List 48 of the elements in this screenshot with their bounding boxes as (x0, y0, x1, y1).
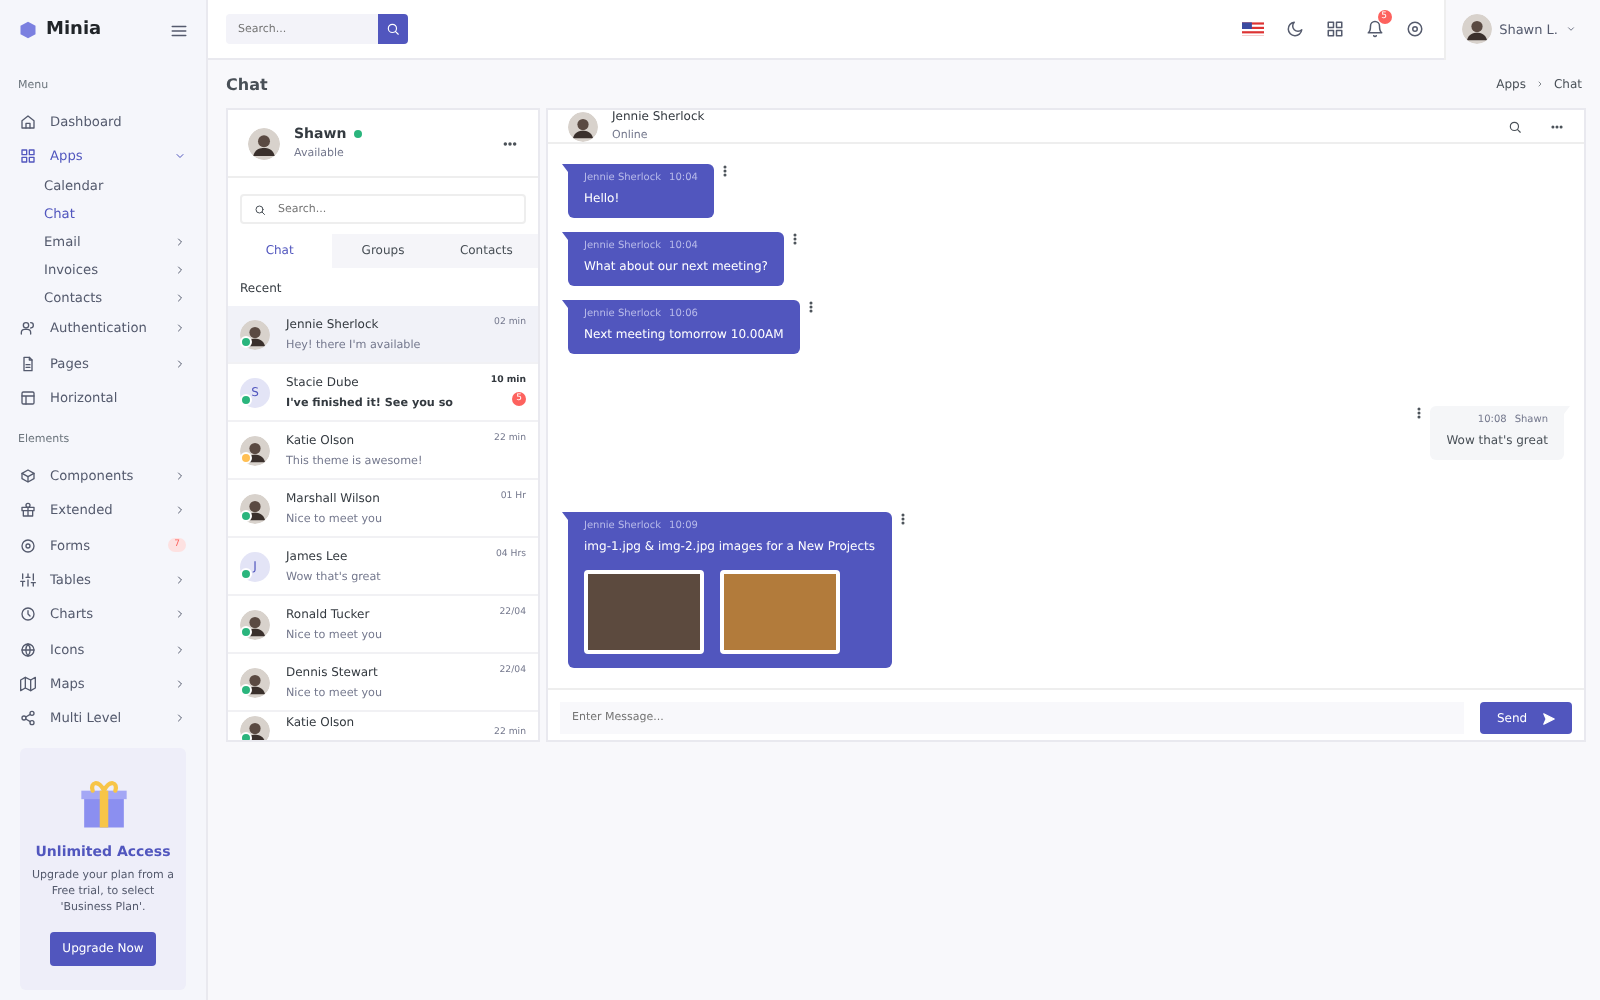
chevron-right-icon (174, 677, 186, 690)
moon-icon[interactable] (1285, 20, 1304, 38)
chevron-right-icon (174, 608, 186, 621)
box-icon (20, 468, 36, 485)
search-icon (254, 203, 266, 215)
chevron-down-icon (174, 149, 186, 162)
globe-icon (20, 641, 36, 658)
map-icon (20, 675, 36, 692)
search-icon[interactable] (1508, 119, 1522, 133)
chevron-right-icon (174, 291, 186, 304)
chevron-right-icon (174, 470, 186, 483)
page-title: Chat (226, 75, 268, 93)
users-icon (20, 320, 36, 337)
photo-placeholder (584, 570, 704, 654)
share-icon (20, 710, 36, 727)
flag-icon[interactable] (1241, 22, 1264, 36)
home-icon (20, 113, 36, 130)
user-avatar (248, 127, 280, 159)
chevron-right-icon (174, 504, 186, 517)
chevron-right-icon (174, 357, 186, 370)
chevron-down-icon (1566, 24, 1576, 34)
clock-icon (20, 606, 36, 623)
menu-icon[interactable] (170, 21, 188, 39)
send-icon (1541, 711, 1556, 725)
chevron-right-icon (174, 236, 186, 249)
user-avatar (568, 111, 598, 141)
chevron-right-icon (174, 322, 186, 335)
chevron-right-icon (174, 643, 186, 656)
logo-icon (18, 20, 38, 40)
search-button[interactable] (378, 14, 408, 44)
chevron-right-icon (174, 263, 186, 276)
settings-icon[interactable] (1405, 20, 1424, 38)
bell-icon[interactable] (1365, 20, 1384, 38)
gift-icon (20, 502, 36, 519)
layout-icon (20, 389, 36, 406)
chevron-right-icon (174, 712, 186, 725)
file-icon (20, 355, 36, 372)
grid-icon (20, 147, 36, 164)
chevron-right-icon (174, 574, 186, 586)
photo-placeholder (720, 570, 840, 654)
circle-icon (20, 537, 36, 554)
user-avatar (240, 716, 270, 740)
sliders-icon (20, 572, 36, 588)
grid-icon[interactable] (1325, 20, 1344, 38)
user-avatar (1461, 14, 1492, 44)
brand-name: Minia (46, 20, 102, 40)
search-icon (386, 22, 400, 36)
user-avatar (240, 319, 270, 349)
